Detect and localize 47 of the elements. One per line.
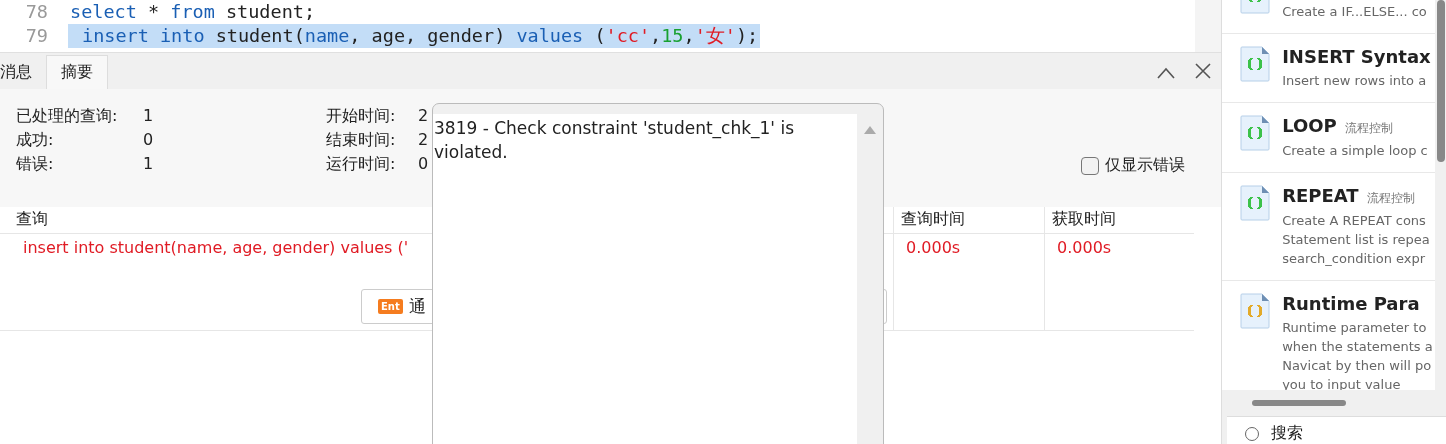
summary-label: 错误: <box>16 153 54 175</box>
snippet-description: Create A REPEAT cons Statement list is repea search_condition expr <box>1282 212 1430 268</box>
snippet-file-icon <box>1240 185 1271 221</box>
tab[interactable]: 消息 <box>0 56 44 89</box>
summary-value: 0 <box>143 129 154 151</box>
summary-value: 1 <box>143 153 154 175</box>
error-message: 3819 - Check constraint 'student_chk_1' is violated. <box>433 114 857 444</box>
summary-value: 2 <box>418 129 429 151</box>
snippet-tag: 流程控制 <box>1366 190 1415 207</box>
close-icon[interactable] <box>1195 63 1212 79</box>
search-radio[interactable] <box>1245 426 1260 441</box>
fetch-time: 0.000s <box>1057 238 1112 257</box>
snippet-file-icon <box>1240 293 1271 329</box>
snippet-title: REPEAT <box>1282 185 1359 206</box>
summary-value: 1 <box>143 105 154 127</box>
query-time: 0.000s <box>906 238 961 257</box>
summary-label: 开始时间: <box>326 105 396 127</box>
collapse-icon[interactable] <box>1157 67 1176 79</box>
line-number: 78 <box>24 0 49 24</box>
tab[interactable]: 摘要 <box>46 55 108 89</box>
code-line: select * from student; <box>69 0 317 24</box>
summary-label: 已处理的查询: <box>16 105 118 127</box>
summary-label: 成功: <box>16 129 54 151</box>
snippet-title: Runtime Para <box>1282 293 1420 314</box>
snippet-title: INSERT Syntax <box>1282 46 1431 67</box>
enter-key-icon: Ent <box>378 299 403 314</box>
search-label: 搜索 <box>1271 423 1304 444</box>
line-number: 79 <box>24 24 49 48</box>
snippet-description: Create a simple loop c <box>1282 142 1428 160</box>
errors-only-checkbox[interactable] <box>1081 156 1100 175</box>
scrollbar-thumb[interactable] <box>1252 400 1347 407</box>
summary-label: 结束时间: <box>326 129 396 151</box>
snippet-description: Create a IF...ELSE... co <box>1282 3 1427 21</box>
summary-label: 运行时间: <box>326 153 396 175</box>
snippet-file-icon <box>1240 115 1271 151</box>
snippet-tag: 流程控制 <box>1344 120 1393 137</box>
checkbox-label: 仅显示错误 <box>1105 155 1186 176</box>
snippet-title: LOOP <box>1282 115 1337 136</box>
snippet-description: Insert new rows into a <box>1282 72 1428 90</box>
snippet-file-icon <box>1240 46 1271 82</box>
summary-value: 0 <box>418 153 429 175</box>
column-header: 获取时间 <box>1044 207 1194 234</box>
scrollbar-track[interactable] <box>1195 0 1222 52</box>
query-text: insert into student(name, age, gender) values (' <box>23 238 410 257</box>
scrollbar-thumb[interactable] <box>1437 0 1445 162</box>
column-header: 查询时间 <box>893 207 1044 234</box>
summary-value: 2 <box>418 105 429 127</box>
